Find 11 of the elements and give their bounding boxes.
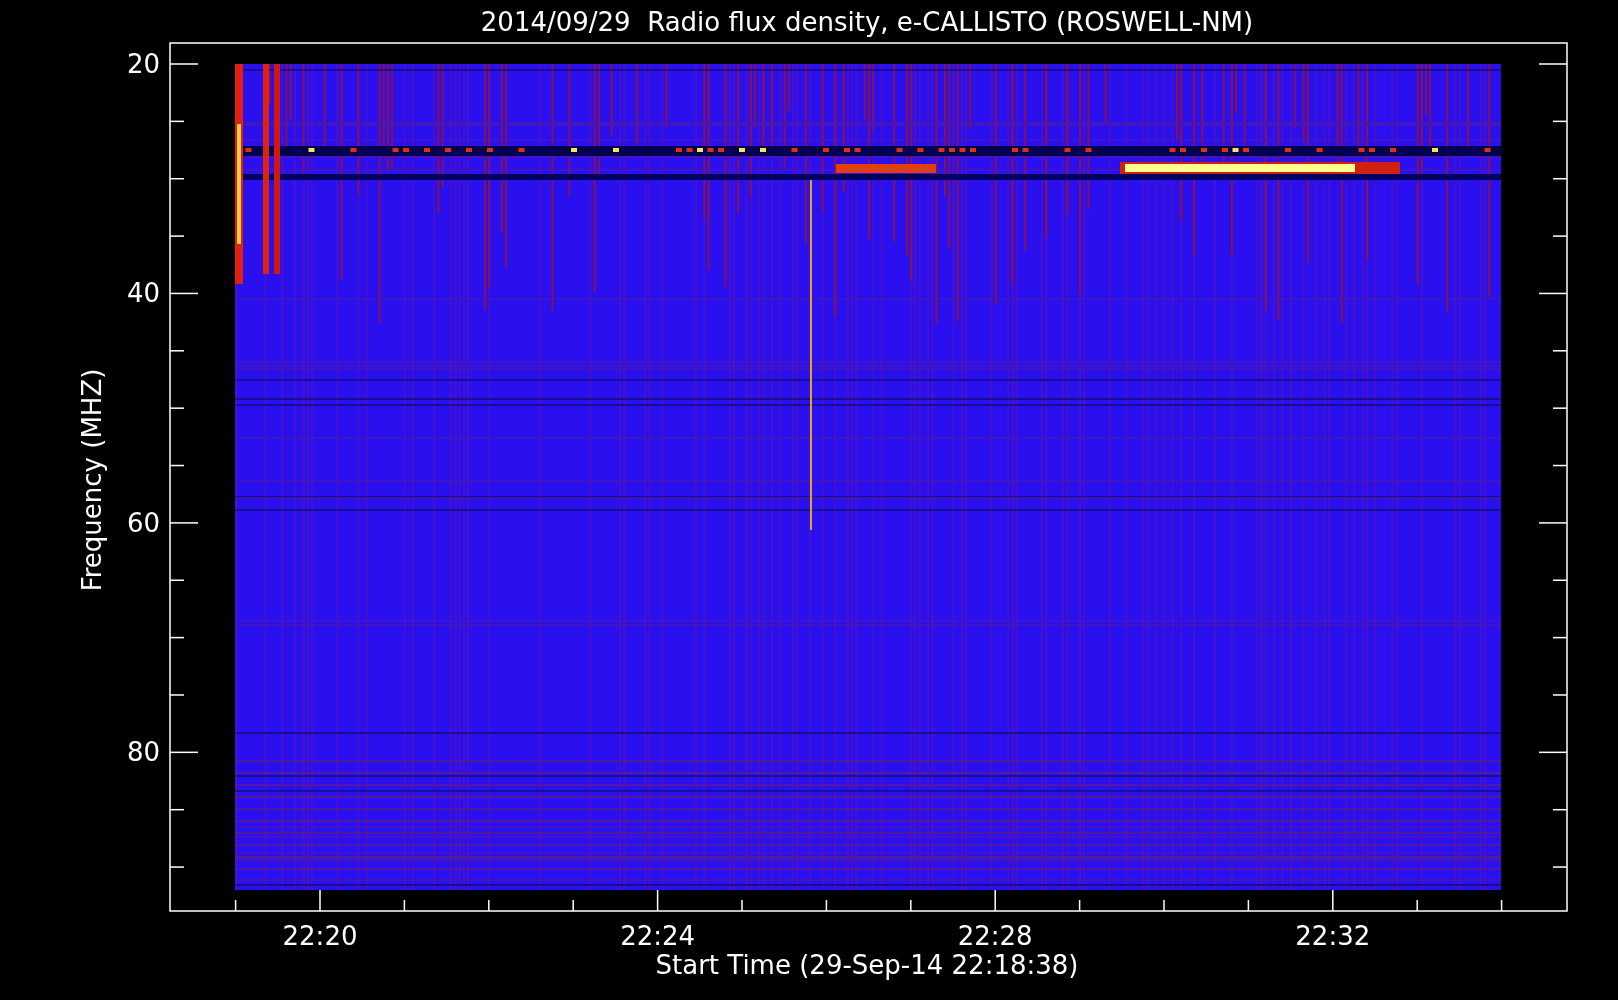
x-axis-label: Start Time (29-Sep-14 22:18:38) [655,950,1079,980]
y-tick-label: 40 [126,278,160,309]
y-tick-label: 80 [126,737,160,768]
x-tick-label: 22:20 [282,921,358,951]
x-tick-label: 22:32 [1295,921,1371,951]
chart-title: 2014/09/29 Radio flux density, e-CALLISTO (ROSWELL-NM) [480,7,1254,37]
y-axis-label: Frequency (MHZ) [77,368,107,592]
y-tick-label: 60 [126,507,160,538]
x-tick-label: 22:28 [957,921,1033,951]
y-tick-label: 20 [126,49,160,79]
x-tick-label: 22:24 [620,921,696,951]
